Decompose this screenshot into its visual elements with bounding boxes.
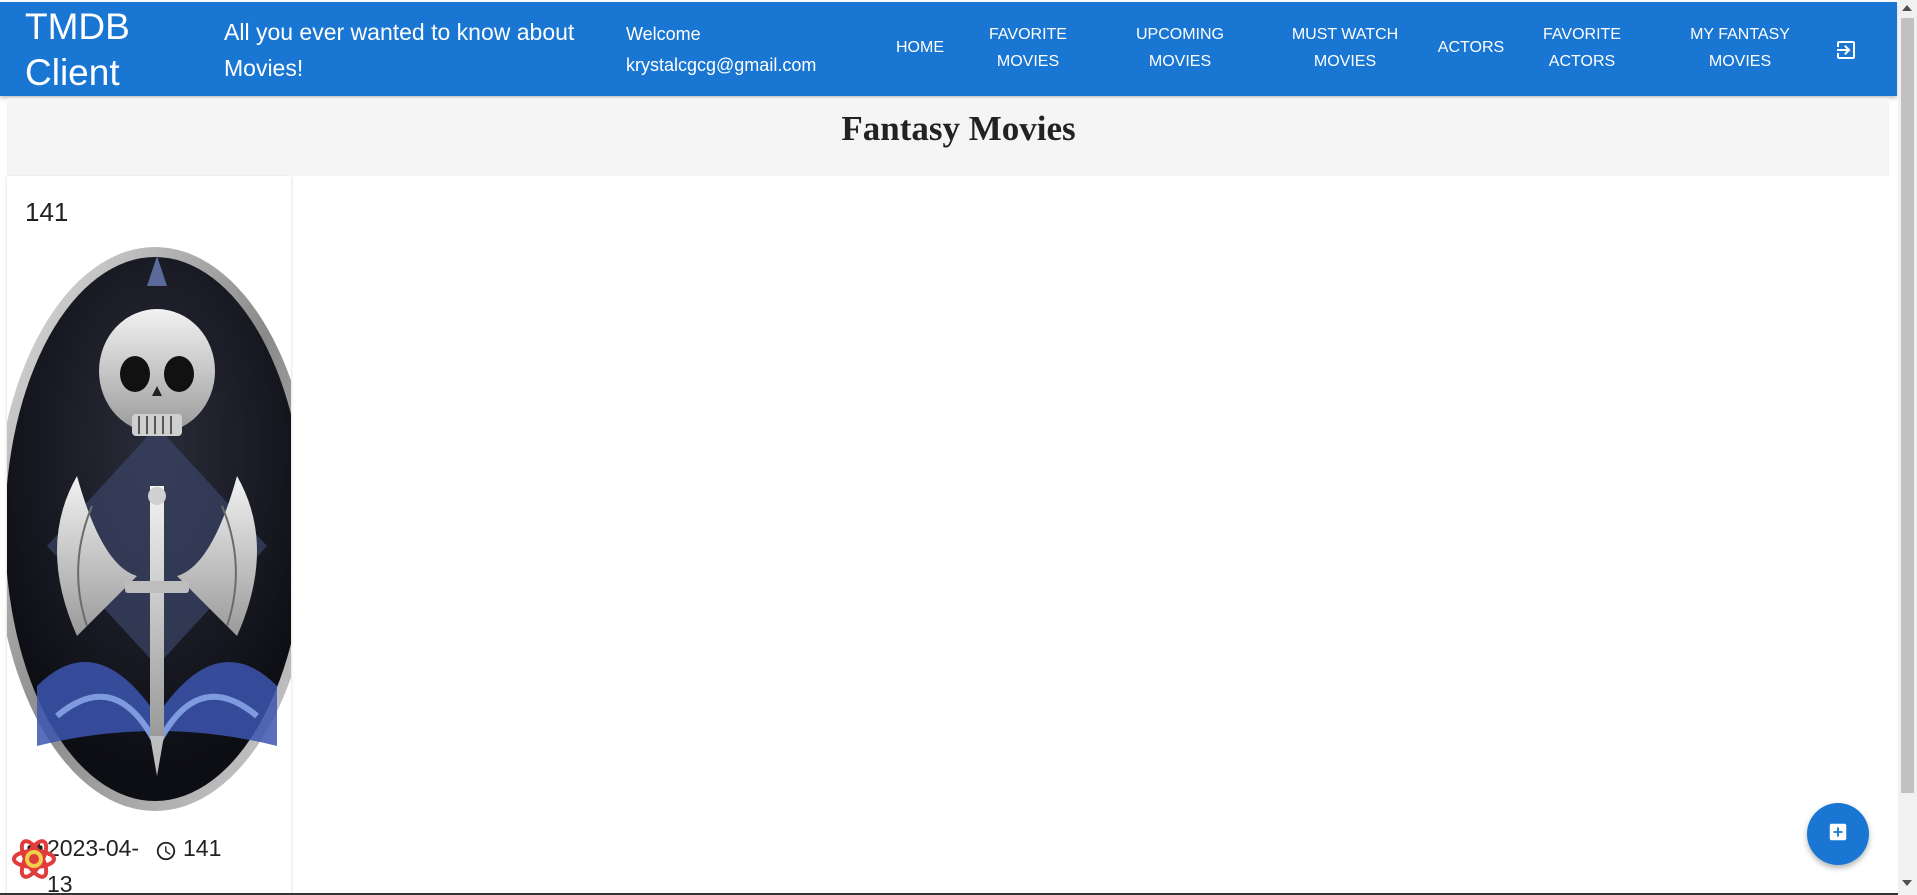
- nav-favorite-movies-line2: MOVIES: [996, 53, 1060, 70]
- vertical-scrollbar[interactable]: [1898, 0, 1917, 895]
- nav-must-watch-line2: MOVIES: [1313, 53, 1377, 70]
- nav-favorite-actors-line2: ACTORS: [1548, 53, 1616, 70]
- movie-release-date: 2023-04-13: [47, 835, 140, 895]
- nav-home-label: HOME: [896, 39, 944, 56]
- app-tagline: All you ever wanted to know about Movies…: [224, 19, 575, 81]
- nav-upcoming-movies-line2: MOVIES: [1148, 53, 1212, 70]
- add-box-icon: [1827, 821, 1849, 848]
- user-email: krystalcgcg@gmail.com: [626, 55, 817, 75]
- nav-upcoming-movies[interactable]: UPCOMING MOVIES: [1122, 21, 1238, 75]
- movie-title: 141: [25, 197, 69, 227]
- welcome-label: Welcome: [626, 24, 701, 44]
- nav-favorite-movies[interactable]: FAVORITE MOVIES: [975, 21, 1081, 75]
- scroll-up-arrow-icon[interactable]: [1902, 5, 1912, 11]
- nav-home[interactable]: HOME: [888, 34, 952, 61]
- add-fantasy-movie-button[interactable]: [1807, 803, 1869, 865]
- nav-favorite-actors-line1: FAVORITE: [1543, 26, 1621, 43]
- page-title: Fantasy Movies: [841, 109, 1076, 148]
- nav-actors-label: ACTORS: [1437, 39, 1505, 56]
- movie-runtime: 141: [183, 835, 222, 861]
- react-devtools-icon[interactable]: [10, 835, 58, 883]
- clock-icon: [155, 836, 177, 872]
- nav-actors[interactable]: ACTORS: [1432, 34, 1510, 61]
- nav-must-watch-line1: MUST WATCH: [1291, 26, 1399, 43]
- movie-poster[interactable]: [7, 246, 291, 812]
- nav-favorite-actors[interactable]: FAVORITE ACTORS: [1534, 21, 1630, 75]
- scroll-down-arrow-icon[interactable]: [1902, 880, 1912, 886]
- movie-card[interactable]: 141 2023-04-13 141: [7, 176, 291, 895]
- nav-my-fantasy-line1: MY FANTASY: [1690, 26, 1790, 43]
- nav-my-fantasy-movies[interactable]: MY FANTASY MOVIES: [1680, 21, 1800, 75]
- logout-icon[interactable]: [1834, 38, 1858, 62]
- nav-must-watch-movies[interactable]: MUST WATCH MOVIES: [1280, 21, 1410, 75]
- app-bar: TMDB Client All you ever wanted to know …: [0, 2, 1897, 96]
- welcome-block: Welcome krystalcgcg@gmail.com: [626, 19, 846, 81]
- scrollbar-thumb[interactable]: [1901, 18, 1914, 793]
- nav-upcoming-movies-line1: UPCOMING: [1136, 26, 1224, 43]
- app-brand: TMDB Client: [25, 6, 130, 93]
- nav-favorite-movies-line1: FAVORITE: [989, 26, 1067, 43]
- nav-my-fantasy-line2: MOVIES: [1708, 53, 1772, 70]
